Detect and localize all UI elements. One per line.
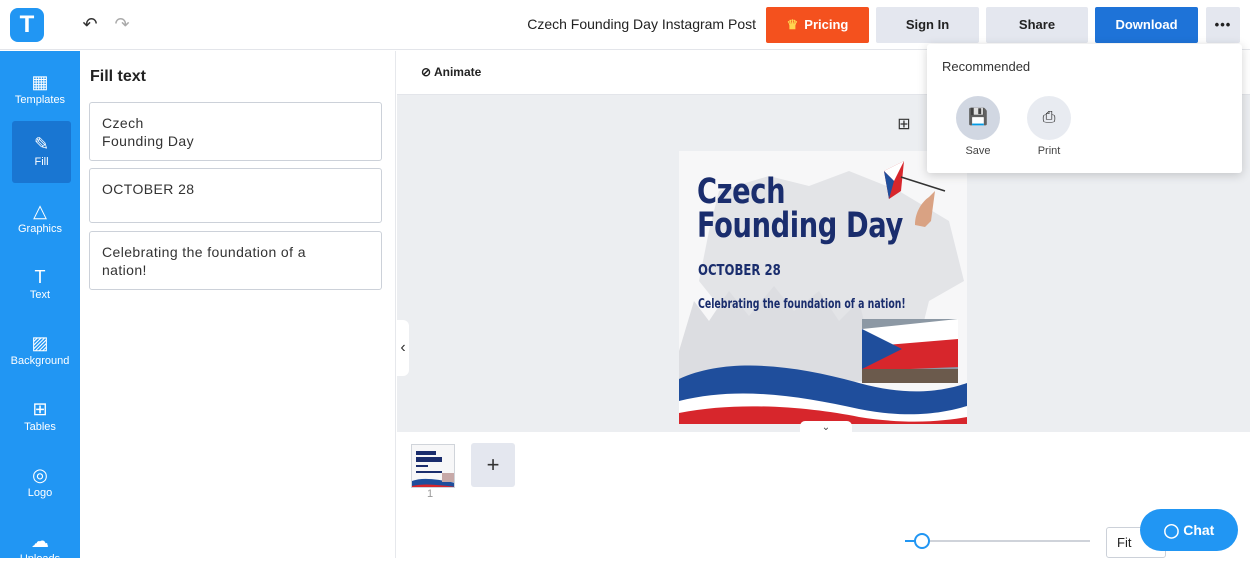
- chat-bubble-icon: ◯: [1163, 522, 1180, 538]
- sidebar-item-templates[interactable]: ▦ Templates: [0, 59, 80, 121]
- save-icon: 💾: [956, 96, 1000, 140]
- design-title: Czech Founding Day: [697, 172, 903, 246]
- sidebar-item-label: Uploads: [19, 553, 61, 565]
- print-option[interactable]: ⎙ Print: [1024, 96, 1074, 157]
- animate-icon: ⊘: [421, 65, 432, 79]
- sidebar-item-label: Tables: [24, 421, 56, 433]
- pricing-button[interactable]: ♛ Pricing: [766, 7, 869, 43]
- sidebar-item-tables[interactable]: ⊞ Tables: [0, 386, 80, 448]
- sidebar-item-graphics[interactable]: △ Graphics: [0, 188, 80, 250]
- sidebar-item-uploads[interactable]: ☁ Uploads: [0, 518, 80, 580]
- add-page-button[interactable]: +: [471, 443, 515, 487]
- sidebar-item-fill[interactable]: ✎ Fill: [12, 121, 71, 183]
- share-button[interactable]: Share: [986, 7, 1088, 43]
- shapes-icon: △: [33, 201, 47, 221]
- undo-icon[interactable]: ↶: [78, 12, 102, 36]
- design-date: OCTOBER 28: [698, 261, 781, 279]
- text-icon: T: [34, 267, 46, 287]
- app-logo[interactable]: T: [10, 8, 44, 42]
- redo-icon[interactable]: ↷: [110, 12, 134, 36]
- collapse-panel-button[interactable]: ‹: [397, 320, 409, 376]
- sidebar-item-background[interactable]: ▨ Background: [0, 320, 80, 382]
- page-number: 1: [427, 488, 434, 500]
- pencil-icon: ✎: [33, 134, 50, 154]
- crown-icon: ♛: [786, 17, 799, 32]
- sidebar-item-label: Templates: [14, 94, 66, 106]
- table-icon: ⊞: [32, 399, 48, 419]
- print-label: Print: [1037, 145, 1061, 157]
- sidebar-item-label: Graphics: [17, 223, 63, 235]
- sidebar-item-label: Background: [10, 355, 70, 367]
- save-option[interactable]: 💾 Save: [953, 96, 1003, 157]
- sign-in-button[interactable]: Sign In: [876, 7, 979, 43]
- pricing-label: Pricing: [804, 17, 849, 32]
- background-icon: ▨: [31, 333, 49, 353]
- document-title[interactable]: Czech Founding Day Instagram Post: [500, 16, 756, 32]
- page-thumbnail[interactable]: [411, 444, 455, 488]
- text-field-date[interactable]: OCTOBER 28: [89, 168, 382, 223]
- design-subtitle: Celebrating the foundation of a nation!: [698, 297, 906, 312]
- download-button[interactable]: Download: [1095, 7, 1198, 43]
- sidebar-item-text[interactable]: T Text: [0, 254, 80, 316]
- dropdown-heading: Recommended: [942, 59, 1031, 74]
- add-page-icon[interactable]: ⊞: [893, 114, 915, 136]
- save-label: Save: [965, 145, 991, 157]
- more-options-button[interactable]: •••: [1206, 7, 1240, 43]
- text-field-title[interactable]: Czech Founding Day: [89, 102, 382, 161]
- print-icon: ⎙: [1027, 96, 1071, 140]
- animate-label: Animate: [433, 65, 482, 79]
- upload-cloud-icon: ☁: [31, 531, 49, 551]
- top-bar: T ↶ ↷ Czech Founding Day Instagram Post …: [0, 0, 1250, 50]
- templates-icon: ▦: [31, 72, 49, 92]
- more-options-dropdown: Recommended 💾 Save ⎙ Print: [927, 44, 1242, 173]
- text-field-subtitle[interactable]: Celebrating the foundation of a nation!: [89, 231, 382, 290]
- sidebar-item-label: Text: [29, 289, 51, 301]
- flag-photo: [862, 319, 958, 383]
- sidebar: ▦ Templates ✎ Fill △ Graphics T Text ▨ B…: [0, 51, 80, 565]
- zoom-slider-handle[interactable]: [914, 533, 930, 549]
- animate-button[interactable]: ⊘ Animate: [421, 65, 481, 79]
- logo-icon: ◎: [32, 465, 48, 485]
- chat-label: Chat: [1183, 522, 1215, 538]
- sidebar-item-label: Logo: [27, 487, 53, 499]
- chat-button[interactable]: ◯ Chat: [1140, 509, 1238, 551]
- zoom-slider[interactable]: [910, 540, 1090, 542]
- sidebar-item-label: Fill: [34, 156, 49, 168]
- panel-title: Fill text: [90, 68, 147, 85]
- sidebar-item-logo[interactable]: ◎ Logo: [0, 452, 80, 514]
- fill-text-panel: Fill text Czech Founding Day OCTOBER 28 …: [80, 51, 396, 558]
- design-canvas[interactable]: Czech Founding Day OCTOBER 28 Celebratin…: [679, 151, 967, 424]
